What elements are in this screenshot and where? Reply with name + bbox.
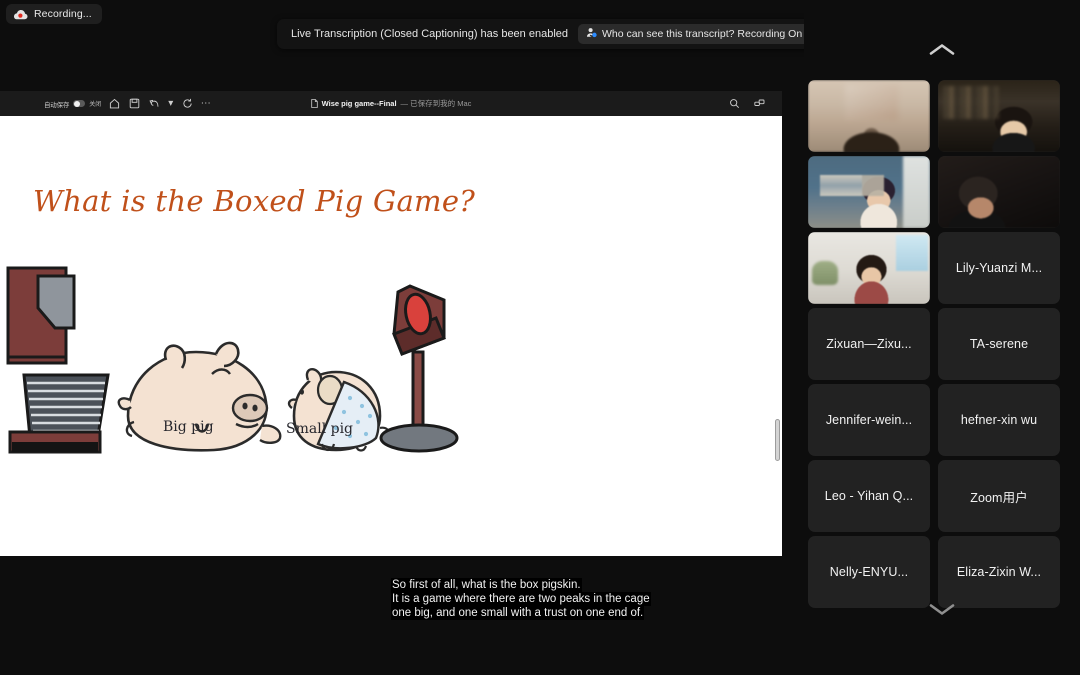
toolbar-left-group: 自动保存 关闭 ▾ ⋯ — [44, 97, 211, 110]
undo-dropdown-icon[interactable]: ▾ — [168, 98, 174, 109]
share-icon[interactable] — [753, 97, 766, 110]
slide-scrollbar-thumb[interactable] — [775, 419, 780, 461]
participant-tile[interactable] — [938, 80, 1060, 152]
recording-label: Recording... — [34, 8, 92, 20]
video-feed — [938, 156, 1060, 228]
live-transcription-toast: Live Transcription (Closed Captioning) h… — [277, 19, 854, 49]
participant-name: hefner-xin wu — [960, 413, 1038, 427]
participant-tile[interactable] — [808, 232, 930, 304]
autosave-label: 自动保存 — [44, 101, 70, 109]
document-name: Wise pig game--Final — [321, 99, 397, 108]
shared-screen-document-window: Wise pig game--Final — 已保存到我的 Mac 自动保存 关… — [0, 91, 782, 556]
closed-caption-block: So first of all, what is the box pigskin… — [391, 578, 651, 620]
caption-line: one big, and one small with a trust on o… — [391, 606, 645, 620]
who-can-see-transcript-label: Who can see this transcript? Recording O… — [602, 28, 803, 40]
person-check-icon — [586, 25, 597, 43]
document-toolbar: Wise pig game--Final — 已保存到我的 Mac 自动保存 关… — [0, 91, 782, 116]
participant-gallery: Lily-Yuanzi M... Zixuan—Zixu... TA-seren… — [804, 0, 1080, 675]
video-feed — [808, 232, 930, 304]
video-feed — [808, 80, 930, 152]
who-can-see-transcript-button[interactable]: Who can see this transcript? Recording O… — [578, 24, 811, 44]
chevron-up-icon — [929, 43, 955, 56]
search-icon[interactable] — [728, 97, 741, 110]
small-pig-label: Small pig — [286, 421, 354, 437]
chevron-down-icon — [929, 603, 955, 616]
participant-tile[interactable] — [808, 156, 930, 228]
participant-name: Jennifer-wein... — [825, 413, 913, 427]
participant-tile[interactable] — [938, 156, 1060, 228]
save-icon[interactable] — [128, 97, 141, 110]
more-options-icon[interactable]: ⋯ — [201, 98, 212, 109]
boxed-pig-game-illustration — [6, 266, 459, 454]
recording-indicator[interactable]: Recording... — [6, 4, 102, 24]
feeding-trough — [6, 266, 110, 454]
autosave-toggle-group[interactable]: 自动保存 关闭 — [44, 99, 101, 109]
slide-title: What is the Boxed Pig Game? — [33, 184, 476, 218]
gallery-scroll-down-button[interactable] — [804, 592, 1080, 626]
participant-name: Zixuan—Zixu... — [826, 337, 912, 351]
autosave-state-label: 关闭 — [89, 102, 102, 108]
toast-message: Live Transcription (Closed Captioning) h… — [291, 28, 569, 40]
small-pig — [287, 368, 390, 452]
presentation-slide[interactable]: What is the Boxed Pig Game? Big pig Smal… — [0, 116, 782, 556]
document-saved-status: — 已保存到我的 Mac — [400, 99, 472, 108]
cloud-record-icon — [13, 9, 28, 20]
participant-tile-grid: Lily-Yuanzi M... Zixuan—Zixu... TA-seren… — [808, 80, 1060, 608]
participant-name: Leo - Yihan Q... — [824, 489, 914, 503]
participant-tile[interactable] — [808, 80, 930, 152]
caption-line: So first of all, what is the box pigskin… — [391, 578, 582, 592]
participant-tile[interactable]: Lily-Yuanzi M... — [938, 232, 1060, 304]
caption-line: It is a game where there are two peaks i… — [391, 592, 651, 606]
participant-name: Eliza-Zixin W... — [956, 565, 1042, 579]
participant-tile[interactable]: Zixuan—Zixu... — [808, 308, 930, 380]
document-icon — [310, 99, 318, 108]
zoom-meeting-window: Recording... Live Transcription (Closed … — [0, 0, 1080, 675]
gallery-scroll-up-button[interactable] — [804, 32, 1080, 66]
home-icon[interactable] — [108, 97, 121, 110]
participant-tile[interactable]: hefner-xin wu — [938, 384, 1060, 456]
lever-button — [379, 284, 459, 453]
participant-tile[interactable]: Zoom用户 — [938, 460, 1060, 532]
big-pig-label: Big pig — [163, 419, 214, 435]
participant-name: Zoom用户 — [970, 490, 1028, 505]
undo-icon[interactable] — [148, 97, 161, 110]
slide-scrollbar[interactable] — [774, 117, 781, 531]
autosave-switch[interactable] — [73, 100, 86, 107]
participant-name: TA-serene — [969, 337, 1029, 351]
participant-tile[interactable]: TA-serene — [938, 308, 1060, 380]
video-feed — [938, 80, 1060, 152]
participant-tile[interactable]: Jennifer-wein... — [808, 384, 930, 456]
toolbar-right-group — [728, 97, 774, 110]
participant-name: Nelly-ENYU... — [829, 565, 909, 579]
video-feed — [808, 156, 930, 228]
redo-icon[interactable] — [181, 97, 194, 110]
participant-name: Lily-Yuanzi M... — [955, 261, 1043, 275]
participant-tile[interactable]: Leo - Yihan Q... — [808, 460, 930, 532]
